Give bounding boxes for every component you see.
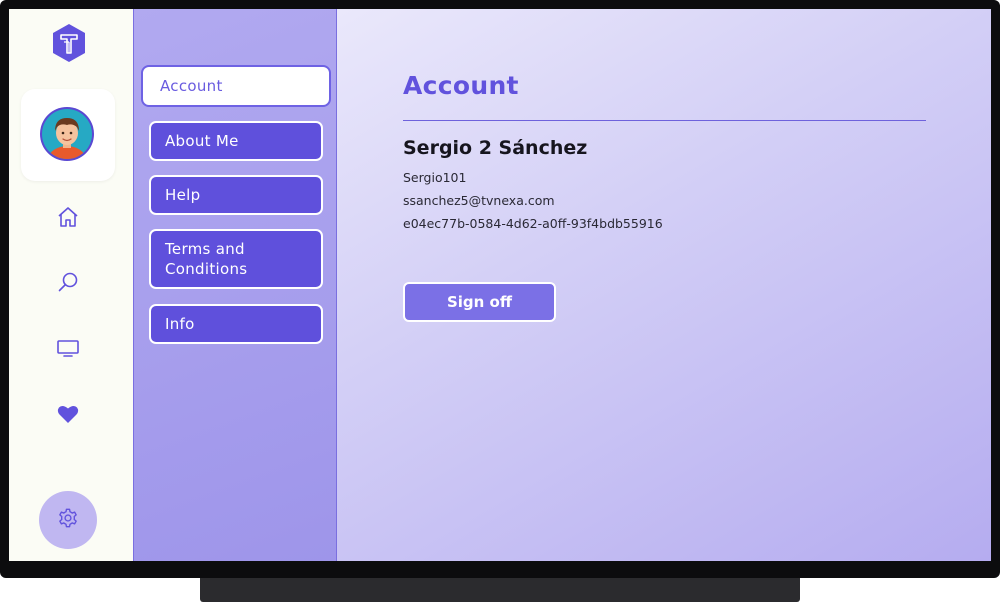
tv-stand	[200, 578, 800, 602]
menu-item-help[interactable]: Help	[149, 175, 323, 215]
title-divider	[403, 120, 926, 121]
avatar	[39, 106, 95, 162]
user-id: e04ec77b-0584-4d62-a0ff-93f4bdb55916	[403, 216, 663, 231]
user-email: ssanchez5@tvnexa.com	[403, 193, 555, 208]
gear-icon	[57, 507, 79, 533]
search-icon[interactable]	[53, 267, 83, 297]
menu-item-terms-and-conditions[interactable]: Terms and Conditions	[149, 229, 323, 289]
menu-item-about-me[interactable]: About Me	[149, 121, 323, 161]
heart-icon[interactable]	[53, 399, 83, 429]
account-panel: Account Sergio 2 Sánchez Sergio101 ssanc…	[337, 9, 991, 561]
settings-button[interactable]	[39, 491, 97, 549]
profile-card[interactable]	[21, 89, 115, 181]
tv-icon[interactable]	[53, 333, 83, 363]
nav-rail	[9, 9, 133, 561]
menu-item-account[interactable]: Account	[141, 65, 331, 107]
page-title: Account	[403, 71, 519, 100]
home-icon[interactable]	[53, 202, 83, 232]
tv-screen: Account About Me Help Terms and Conditio…	[9, 9, 991, 561]
sign-off-button[interactable]: Sign off	[403, 282, 556, 322]
user-name: Sergio 2 Sánchez	[403, 137, 588, 159]
user-username: Sergio101	[403, 170, 467, 185]
logo-icon[interactable]	[51, 23, 87, 63]
settings-menu: Account About Me Help Terms and Conditio…	[133, 9, 337, 561]
menu-item-info[interactable]: Info	[149, 304, 323, 344]
